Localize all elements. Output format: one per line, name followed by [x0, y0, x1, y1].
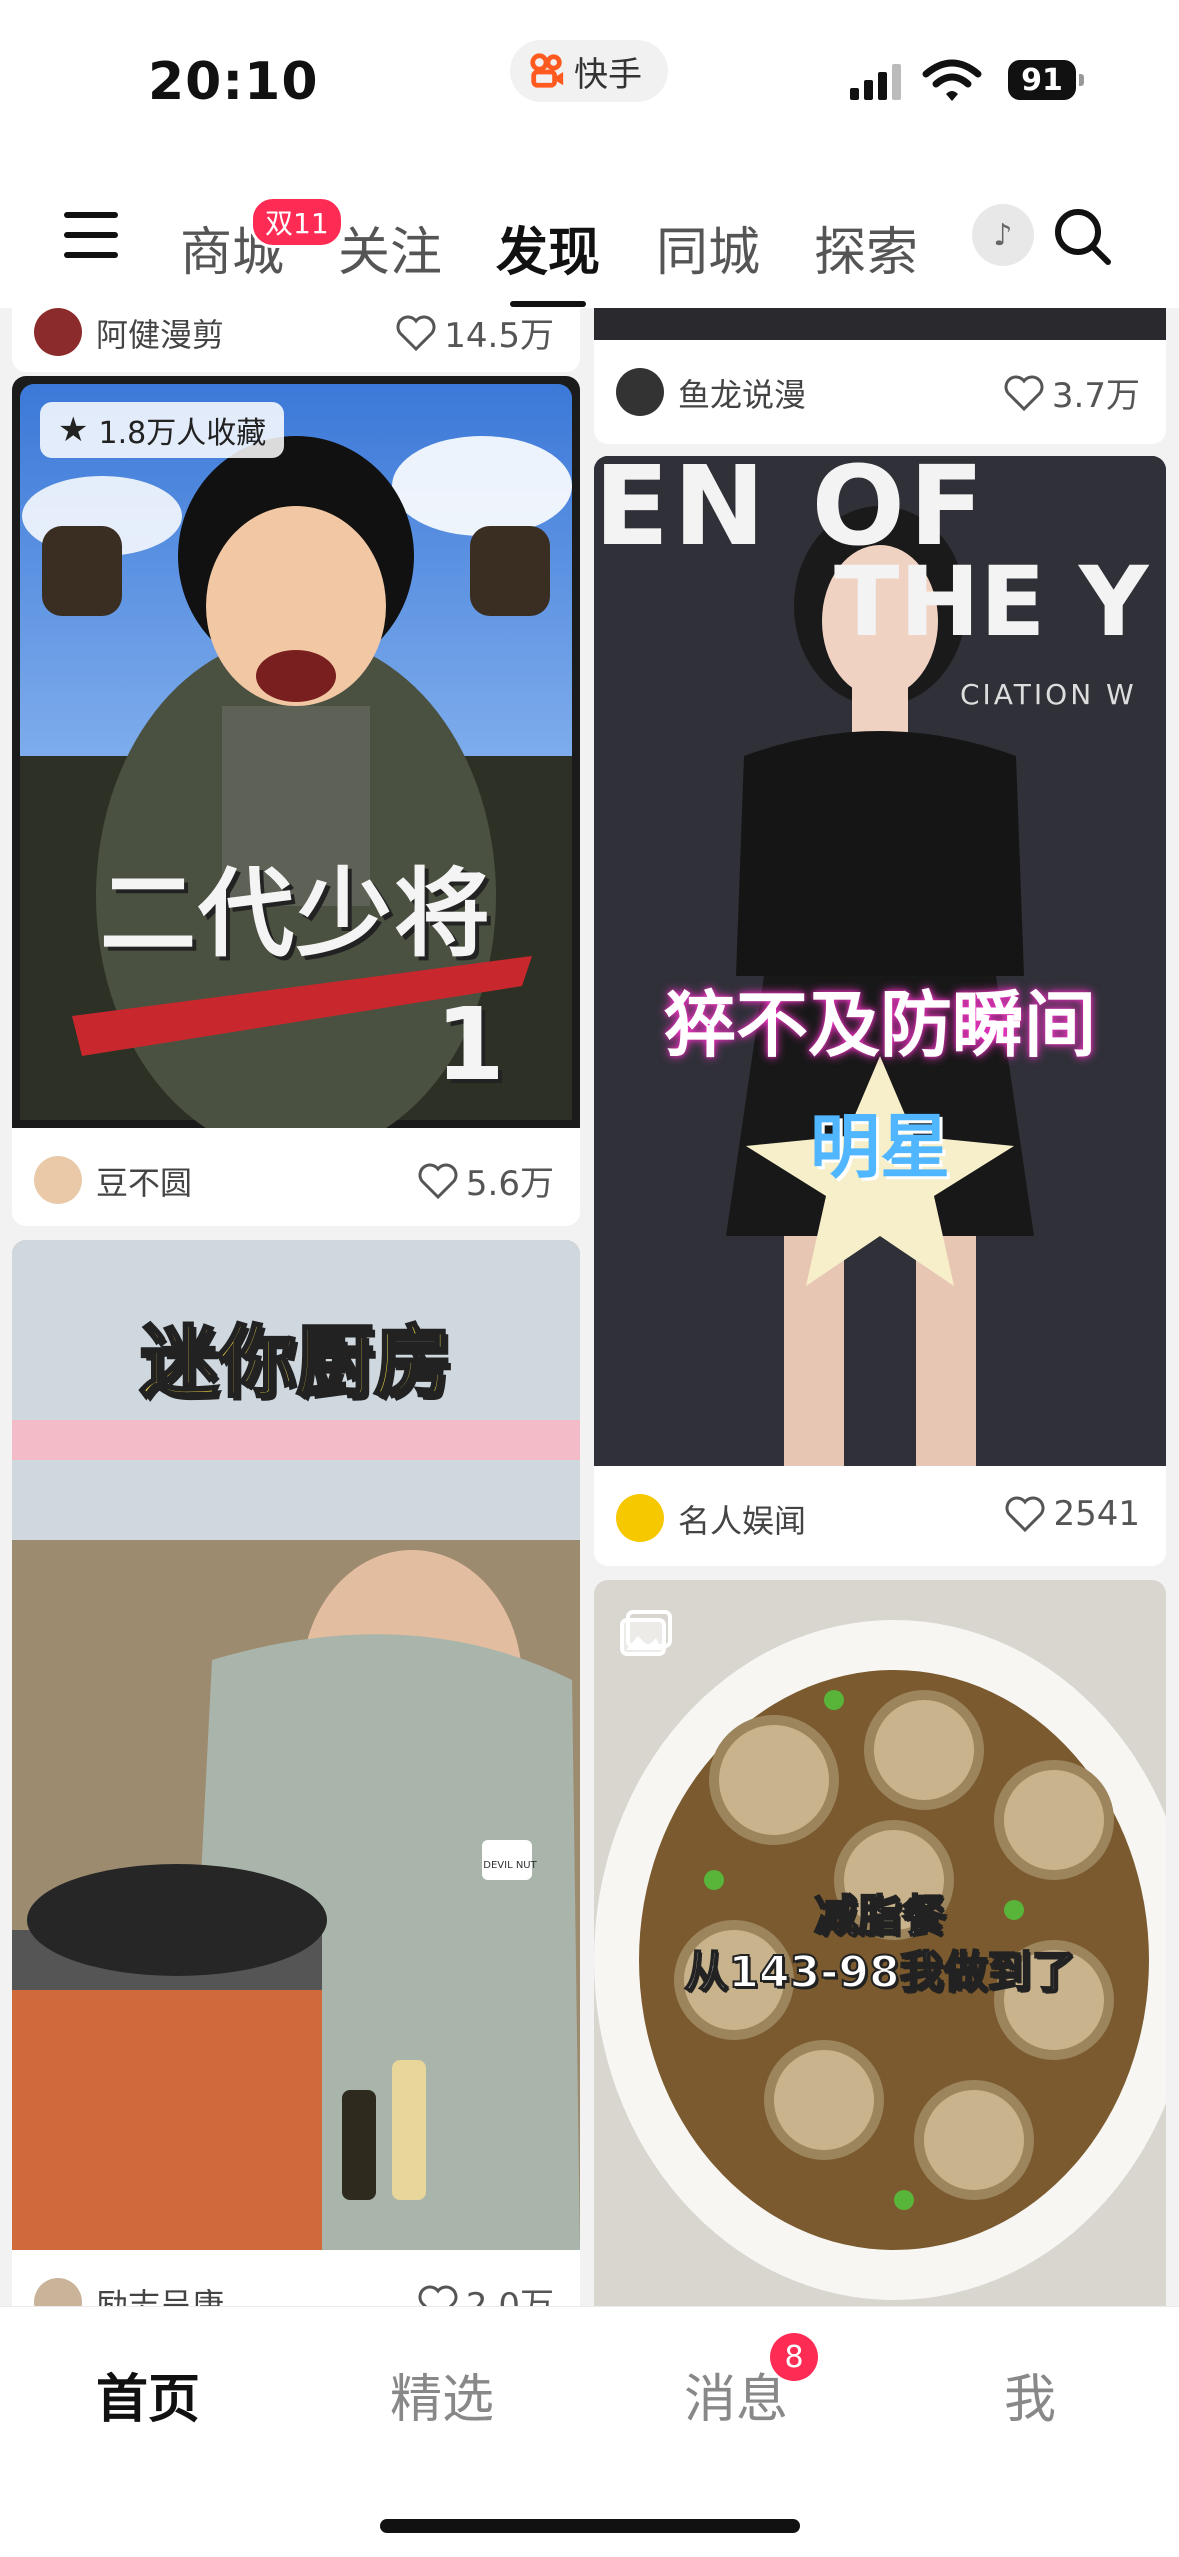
- cellular-signal-icon: [850, 64, 901, 100]
- discover-feed[interactable]: 阿健漫剪 14.5万 鱼龙说漫 3.7万 ★ 1.8万人收藏 二代少将 1 豆不…: [0, 308, 1179, 2306]
- mall-badge: 双11: [250, 196, 344, 248]
- episode-number: 1: [435, 986, 505, 1103]
- food-caption-line2: 从143-98我做到了: [683, 1946, 1076, 1999]
- feed-card-partial-left[interactable]: 阿健漫剪 14.5万: [12, 308, 580, 372]
- nav-me[interactable]: 我: [1004, 2357, 1056, 2432]
- kitchen-caption: 迷你厨房: [138, 1317, 453, 1410]
- heart-icon: [418, 2285, 458, 2306]
- heart-icon: [1006, 1496, 1045, 1532]
- kitchen-cover-image: 迷你厨房 DEVIL NUT: [12, 1240, 580, 2250]
- feed-card-anime[interactable]: ★ 1.8万人收藏 二代少将 1 豆不圆 5.6万: [12, 376, 580, 1226]
- music-disc-icon[interactable]: ♪: [972, 204, 1034, 266]
- nav-featured[interactable]: 精选: [390, 2357, 494, 2432]
- image-post-icon: [620, 1610, 672, 1656]
- heart-icon: [418, 1163, 458, 1199]
- avatar: [616, 1494, 664, 1542]
- message-badge: 8: [770, 2333, 818, 2381]
- app-name: 快手: [574, 54, 642, 95]
- feed-card-partial-right[interactable]: 鱼龙说漫 3.7万: [594, 308, 1166, 444]
- backdrop-text: EN OF: [594, 456, 989, 570]
- wifi-icon: [922, 59, 982, 101]
- avatar: [34, 308, 82, 356]
- avatar: [34, 2278, 82, 2306]
- like-count: 3.7万: [1004, 368, 1140, 417]
- tab-discover[interactable]: 发现: [496, 210, 600, 307]
- feed-card-star[interactable]: EN OF THE Y CIATION W 猝不及防瞬间 明星 名人娱闻 254…: [594, 456, 1166, 1566]
- nav-home[interactable]: 首页: [96, 2357, 200, 2432]
- anime-cover-image: ★ 1.8万人收藏 二代少将 1: [12, 376, 580, 1128]
- battery-indicator: 91: [1008, 60, 1084, 100]
- anime-title-art: 二代少将: [100, 858, 492, 970]
- like-count: 2541: [1005, 1494, 1140, 1534]
- status-time: 20:10: [148, 52, 319, 112]
- like-count: 14.5万: [396, 308, 554, 357]
- menu-icon[interactable]: [64, 212, 118, 258]
- heart-icon: [1004, 375, 1044, 411]
- star-caption: 猝不及防瞬间: [663, 983, 1096, 1067]
- food-cover-image: 减脂餐 从143-98我做到了: [594, 1580, 1166, 2306]
- card-author: 励志呈康: [96, 2286, 225, 2306]
- app-indicator-pill[interactable]: 快手: [510, 40, 668, 102]
- food-caption-line1: 减脂餐: [813, 1890, 947, 1943]
- avatar: [616, 368, 664, 416]
- card-author: 鱼龙说漫: [678, 376, 807, 414]
- avatar: [34, 1156, 82, 1204]
- feed-card-kitchen[interactable]: 迷你厨房 DEVIL NUT 励志呈康 2.0万: [12, 1240, 580, 2306]
- tab-following[interactable]: 关注: [338, 210, 442, 285]
- heart-icon: [396, 315, 436, 351]
- tab-local[interactable]: 同城: [656, 210, 760, 285]
- bottom-navigation: 首页 精选 消息 8 我: [0, 2306, 1179, 2557]
- like-count: 2.0万: [418, 2278, 554, 2306]
- clothing-patch: DEVIL NUT: [483, 1860, 537, 1871]
- feed-card-food[interactable]: 减脂餐 从143-98我做到了: [594, 1580, 1166, 2306]
- search-icon[interactable]: [1050, 204, 1114, 268]
- card-author: 豆不圆: [96, 1164, 193, 1202]
- status-bar: 20:10 快手 91: [0, 0, 1179, 150]
- backdrop-text: CIATION W: [960, 678, 1137, 711]
- star-tag: 明星: [810, 1106, 950, 1188]
- like-count: 5.6万: [418, 1156, 554, 1205]
- tab-explore[interactable]: 探索: [814, 210, 918, 285]
- card-author: 阿健漫剪: [96, 316, 225, 354]
- home-indicator: [380, 2519, 800, 2533]
- backdrop-text: THE Y: [834, 546, 1149, 658]
- top-navigation: 商城 双11 关注 发现 同城 探索 ♪: [0, 150, 1179, 308]
- star-cover-image: EN OF THE Y CIATION W 猝不及防瞬间 明星: [594, 456, 1166, 1466]
- kuaishou-logo-icon: [530, 53, 564, 88]
- favorites-badge: ★ 1.8万人收藏: [40, 402, 285, 458]
- star-icon: ★: [58, 410, 89, 450]
- card-author: 名人娱闻: [678, 1502, 807, 1540]
